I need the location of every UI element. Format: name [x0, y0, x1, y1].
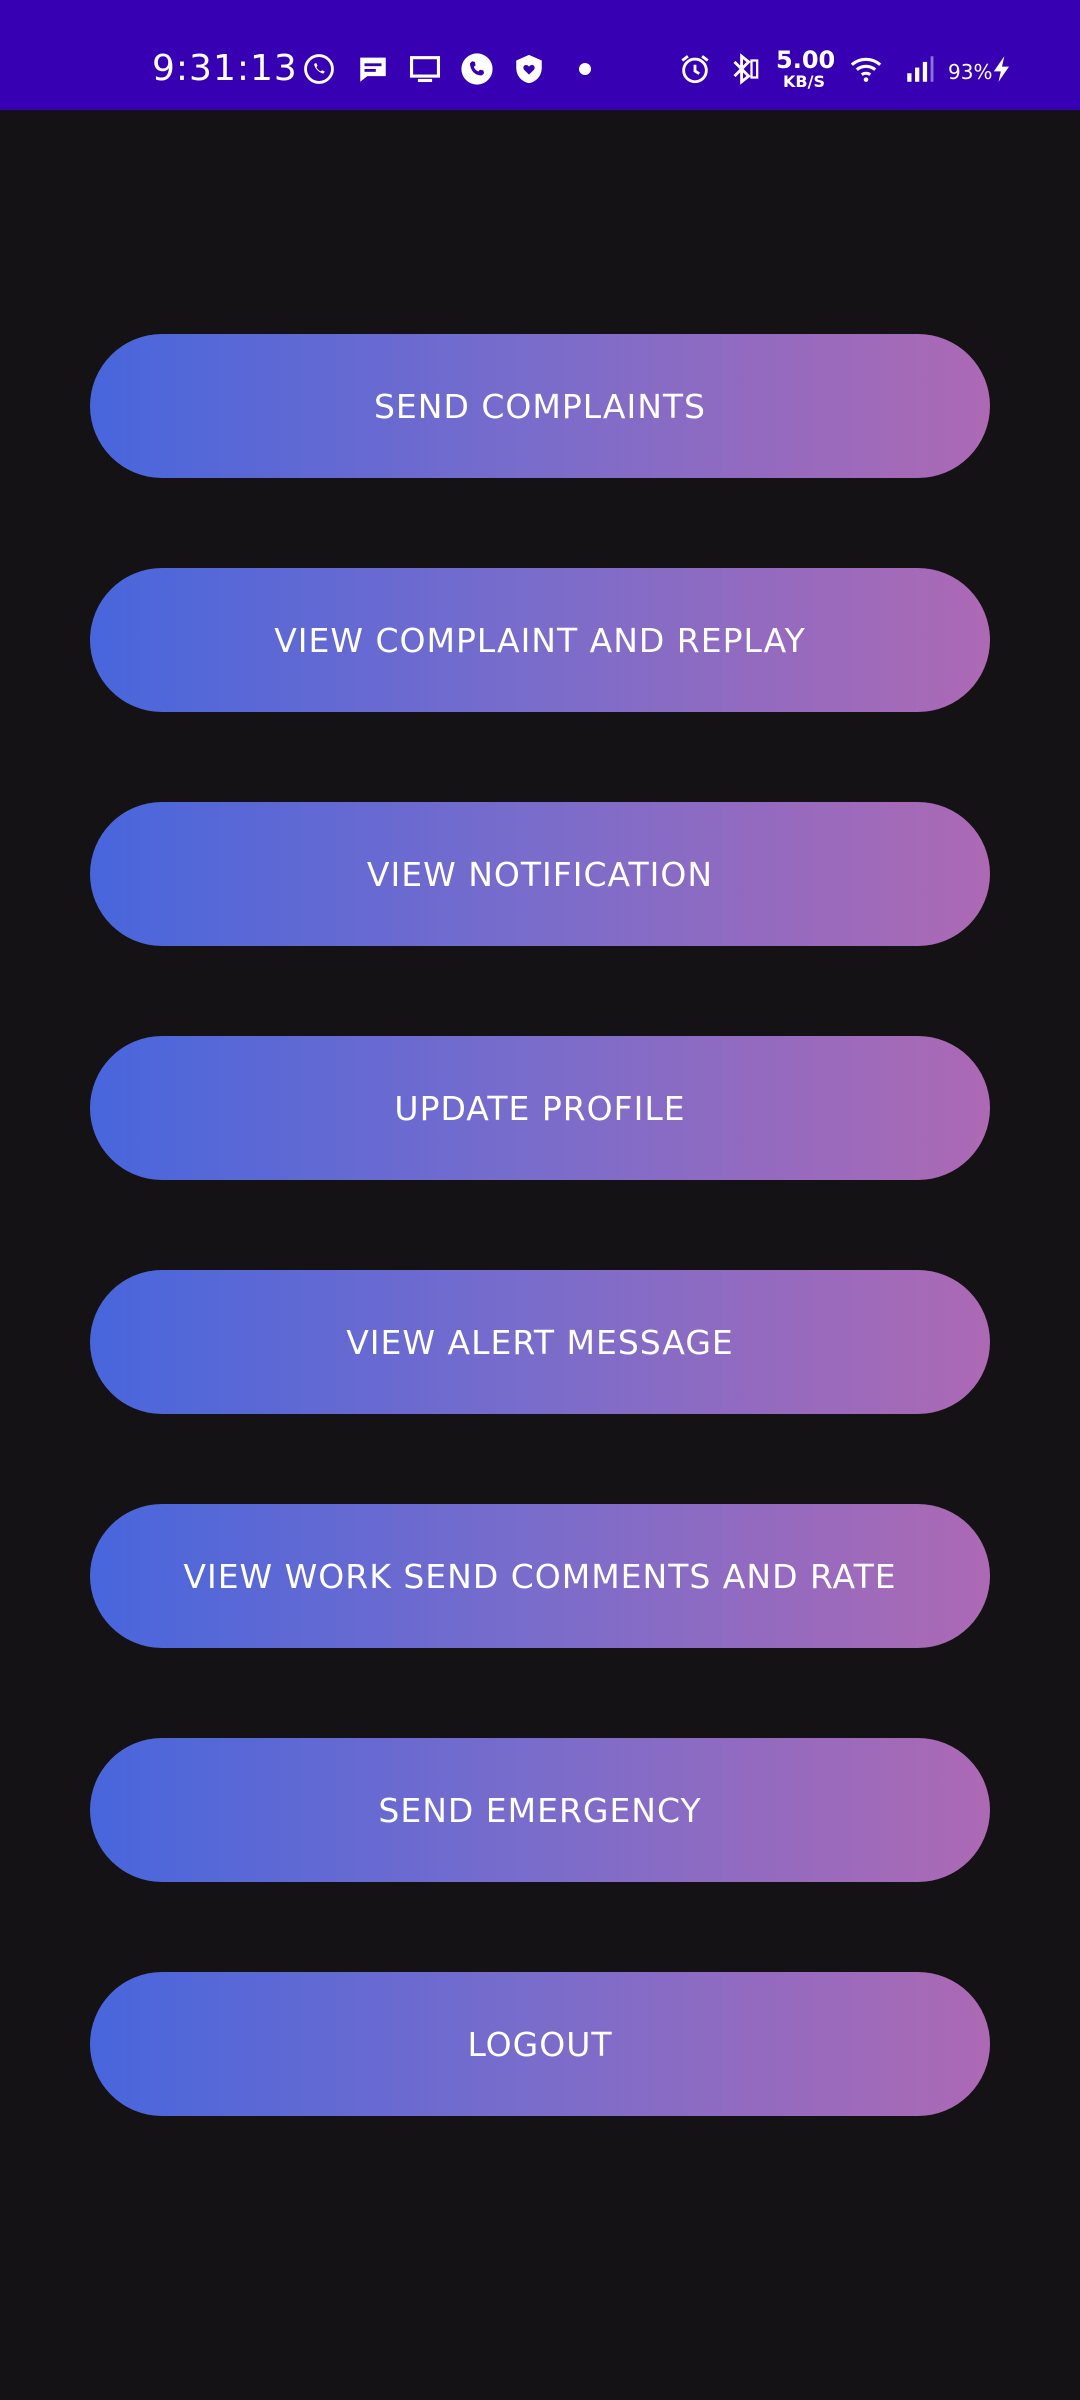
- network-speed: 5.00 KB/S: [776, 46, 836, 91]
- bluetooth-icon: [726, 52, 760, 86]
- screen-icon: [408, 52, 442, 86]
- signal-icon: [900, 52, 940, 86]
- update-profile-button[interactable]: UPDATE PROFILE: [90, 1036, 990, 1180]
- phone-icon: [460, 52, 494, 86]
- logout-button[interactable]: LOGOUT: [90, 1972, 990, 2116]
- dot-icon: [576, 60, 594, 78]
- send-emergency-button[interactable]: SEND EMERGENCY: [90, 1738, 990, 1882]
- send-complaints-button[interactable]: SEND COMPLAINTS: [90, 334, 990, 478]
- charging-icon: [988, 52, 1016, 86]
- shield-heart-icon: [512, 52, 546, 86]
- message-icon: [356, 52, 390, 86]
- status-time: 9:31:13: [152, 48, 298, 89]
- view-notification-button[interactable]: VIEW NOTIFICATION: [90, 802, 990, 946]
- view-alert-message-button[interactable]: VIEW ALERT MESSAGE: [90, 1270, 990, 1414]
- whatsapp-icon: [302, 52, 336, 86]
- network-speed-unit: KB/S: [783, 72, 825, 91]
- battery-percent: 93%: [948, 60, 993, 84]
- alarm-icon: [678, 52, 712, 86]
- status-bar: 9:31:13 5.00 KB/S 93%: [0, 0, 1080, 110]
- view-work-send-comments-and-rate-button[interactable]: VIEW WORK SEND COMMENTS AND RATE: [90, 1504, 990, 1648]
- view-complaint-and-replay-button[interactable]: VIEW COMPLAINT AND REPLAY: [90, 568, 990, 712]
- network-speed-value: 5.00: [776, 46, 836, 74]
- wifi-icon: [846, 52, 886, 86]
